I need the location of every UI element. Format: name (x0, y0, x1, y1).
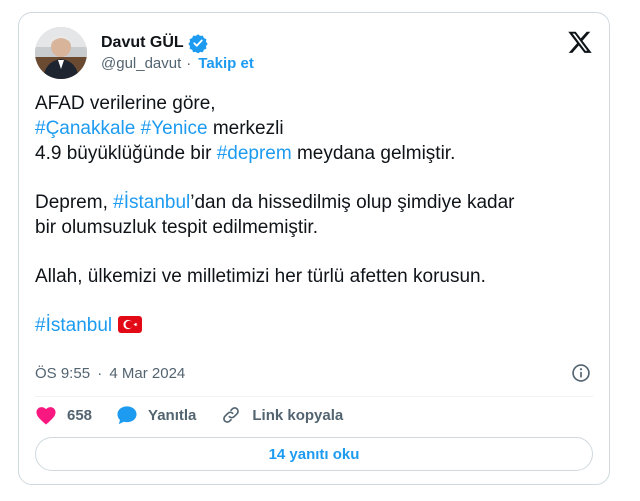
tweet-card: Davut GÜL @gul_davut · Takip et AFAD ver… (18, 12, 610, 485)
author-name-row: Davut GÜL (101, 33, 208, 53)
follow-button[interactable]: Takip et (198, 55, 254, 72)
heart-icon (36, 407, 56, 425)
reply-label: Yanıtla (148, 406, 197, 424)
tweet-timestamp[interactable]: ÖS 9:55 · 4 Mar 2024 (35, 365, 185, 382)
hashtag-canakkale[interactable]: #Çanakkale (35, 118, 135, 139)
meta-separator: · (97, 365, 103, 382)
author-handle-row: @gul_davut · Takip et (101, 55, 254, 72)
read-replies-button[interactable]: 14 yanıtı oku (35, 437, 593, 471)
tweet-line: bir olumsuzluk tespit edilmemiştir. (35, 215, 595, 240)
hashtag-istanbul-final[interactable]: #İstanbul (35, 315, 112, 336)
avatar-image (35, 27, 87, 79)
tweet-text-segment: merkezli (207, 118, 284, 139)
turkey-flag-icon (118, 316, 143, 333)
tweet-text-segment: 4.9 büyüklüğünde bir (35, 143, 217, 164)
tweet-line: AFAD verilerine göre, (35, 91, 595, 116)
verified-badge-icon (188, 34, 208, 53)
read-replies-label: 14 yanıtı oku (268, 445, 360, 463)
tweet-text: AFAD verilerine göre, #Çanakkale #Yenice… (35, 91, 595, 338)
action-bar: 658 Yanıtla Link kopyala (35, 405, 367, 425)
tweet-time: ÖS 9:55 (35, 365, 91, 382)
like-count: 658 (67, 406, 93, 424)
tweet-text-segment: ’dan da hissedilmiş olup şimdiye kadar (190, 192, 515, 213)
tweet-text-segment: Allah, ülkemizi ve milletimizi her türlü… (35, 266, 486, 287)
handle-separator: · (186, 55, 192, 72)
tweet-line: Deprem, #İstanbul’dan da hissedilmiş olu… (35, 190, 595, 215)
x-logo-icon[interactable] (567, 29, 593, 55)
avatar[interactable] (35, 27, 87, 79)
tweet-line: #Çanakkale #Yenice merkezli (35, 116, 595, 141)
divider (35, 396, 593, 397)
tweet-text-segment: bir olumsuzluk tespit edilmemiştir. (35, 217, 318, 238)
tweet-line: 4.9 büyüklüğünde bir #deprem meydana gel… (35, 141, 595, 166)
hashtag-yenice[interactable]: #Yenice (141, 118, 208, 139)
copy-link-button[interactable]: Link kopyala (220, 405, 343, 425)
author-handle[interactable]: @gul_davut (101, 55, 181, 72)
tweet-date: 4 Mar 2024 (109, 365, 186, 382)
tweet-text-segment: AFAD verilerine göre, (35, 93, 216, 114)
like-button[interactable]: 658 (35, 405, 92, 425)
tweet-text-segment: meydana gelmiştir. (291, 143, 456, 164)
tweet-line: Allah, ülkemizi ve milletimizi her türlü… (35, 264, 595, 289)
reply-bubble-icon (117, 406, 137, 425)
author-name[interactable]: Davut GÜL (101, 34, 184, 52)
hashtag-deprem[interactable]: #deprem (217, 143, 292, 164)
tweet-text-segment: Deprem, (35, 192, 114, 213)
tweet-line: #İstanbul (35, 313, 595, 338)
copy-link-label: Link kopyala (252, 406, 344, 424)
link-icon (223, 407, 240, 423)
info-icon[interactable] (571, 363, 591, 383)
hashtag-istanbul[interactable]: #İstanbul (113, 192, 190, 213)
reply-button[interactable]: Yanıtla (116, 405, 196, 425)
